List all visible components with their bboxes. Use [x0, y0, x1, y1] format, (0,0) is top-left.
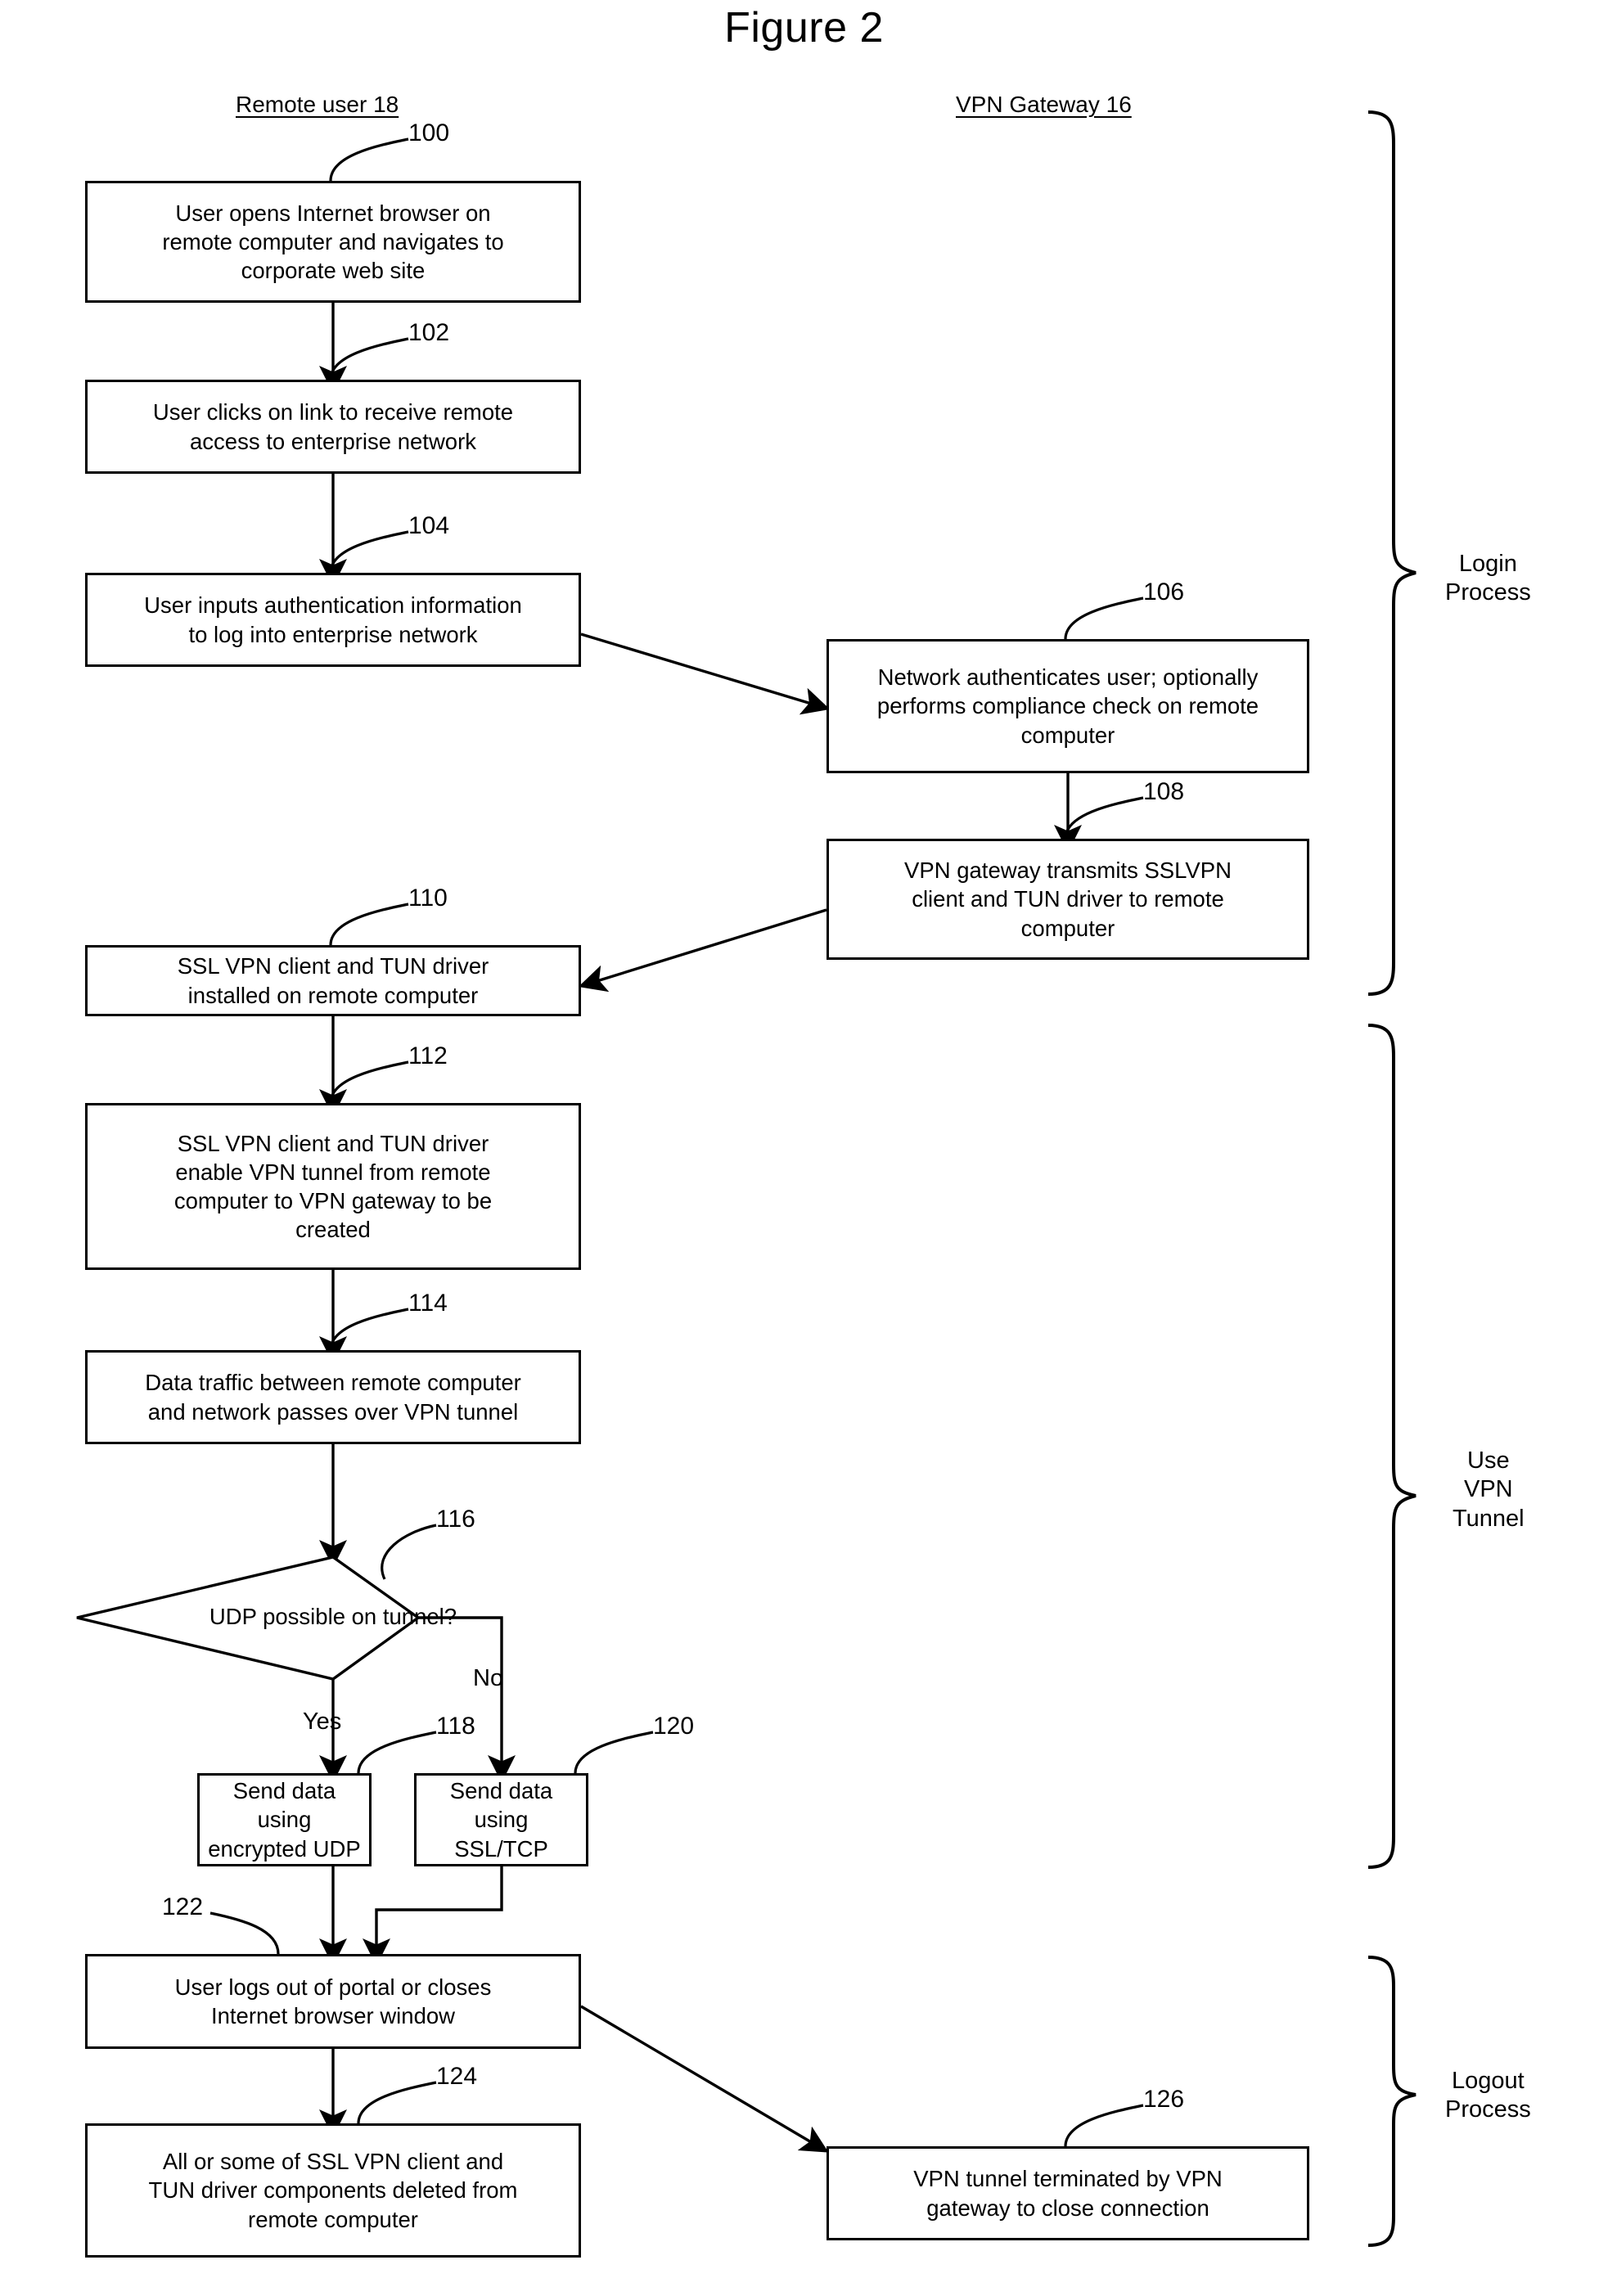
- bracket-label-login-process: Login Process: [1445, 550, 1531, 608]
- box-102-line-2: access to enterprise network: [189, 428, 477, 454]
- box-100-line-1: User opens Internet browser on: [175, 200, 491, 226]
- reference-numeral-126: 126: [1143, 2086, 1185, 2113]
- connector-108-110: [578, 908, 827, 993]
- leader-126: [1064, 2104, 1144, 2147]
- process-box-104[interactable]: User inputs authentication information t…: [85, 573, 581, 667]
- box-106-line-3: computer: [1020, 722, 1115, 748]
- box-106-line-2: performs compliance check on remote: [876, 693, 1259, 719]
- bracket-usevpn-line-2: VPN: [1463, 1476, 1513, 1503]
- leader-112: [329, 1060, 409, 1104]
- box-122-line-2: Internet browser window: [210, 2003, 456, 2028]
- reference-numeral-122: 122: [162, 1893, 204, 1920]
- leader-116: [381, 1524, 437, 1580]
- leader-122: [209, 1911, 280, 1955]
- box-126-line-1: VPN tunnel terminated by VPN: [913, 2166, 1223, 2192]
- process-box-110[interactable]: SSL VPN client and TUN driver installed …: [85, 945, 581, 1016]
- leader-124: [357, 2081, 437, 2124]
- connector-120-122: [363, 1866, 503, 1966]
- leader-100: [329, 137, 409, 182]
- decision-label-116[interactable]: UDP possible on tunnel?: [112, 1604, 554, 1630]
- box-106-line-1: Network authenticates user; optionally: [877, 664, 1259, 691]
- leader-118: [357, 1731, 437, 1774]
- process-box-102[interactable]: User clicks on link to receive remote ac…: [85, 380, 581, 474]
- process-box-122[interactable]: User logs out of portal or closes Intern…: [85, 1954, 581, 2049]
- bracket-logout-process: [1367, 1956, 1417, 2247]
- bracket-usevpn-line-3: Tunnel: [1453, 1505, 1525, 1532]
- box-104-line-2: to log into enterprise network: [188, 621, 478, 647]
- box-126-line-2: gateway to close connection: [926, 2195, 1209, 2221]
- box-104-line-1: User inputs authentication information: [144, 592, 522, 619]
- box-114-line-2: and network passes over VPN tunnel: [147, 1398, 519, 1425]
- box-120-line-2: SSL/TCP: [454, 1835, 548, 1862]
- reference-numeral-124: 124: [436, 2063, 478, 2090]
- box-102-line-1: User clicks on link to receive remote: [152, 399, 514, 425]
- process-box-126[interactable]: VPN tunnel terminated by VPN gateway to …: [827, 2146, 1309, 2240]
- process-box-112[interactable]: SSL VPN client and TUN driver enable VPN…: [85, 1103, 581, 1270]
- reference-numeral-120: 120: [653, 1713, 695, 1740]
- box-108-line-1: VPN gateway transmits SSLVPN: [904, 858, 1232, 884]
- box-124-line-2: TUN driver components deleted from: [148, 2177, 518, 2204]
- box-122-line-1: User logs out of portal or closes: [174, 1974, 492, 2000]
- box-108-line-3: computer: [1020, 915, 1115, 941]
- reference-numeral-106: 106: [1143, 579, 1185, 606]
- box-120-line-1: Send data using: [449, 1778, 553, 1833]
- bracket-label-use-vpn-tunnel: Use VPN Tunnel: [1453, 1447, 1525, 1533]
- patent-figure-page: Figure 2 Remote user 18 VPN Gateway 16 U…: [0, 0, 1608, 2296]
- leader-114: [329, 1308, 409, 1351]
- bracket-logout-line-1: Logout: [1452, 2068, 1525, 2094]
- bracket-use-vpn-tunnel: [1367, 1024, 1417, 1869]
- box-114-line-1: Data traffic between remote computer: [145, 1370, 521, 1396]
- reference-numeral-114: 114: [408, 1290, 448, 1317]
- edge-label-yes: Yes: [303, 1708, 342, 1735]
- box-118-line-2: encrypted UDP: [208, 1835, 361, 1862]
- process-box-120[interactable]: Send data using SSL/TCP: [414, 1773, 588, 1866]
- process-box-114[interactable]: Data traffic between remote computer and…: [85, 1350, 581, 1444]
- box-112-line-3: computer to VPN gateway to be: [173, 1188, 493, 1213]
- column-heading-remote-user: Remote user 18: [236, 92, 399, 117]
- box-100-line-2: remote computer and navigates to: [162, 228, 504, 254]
- bracket-label-logout-process: Logout Process: [1445, 2067, 1531, 2125]
- connector-116-120-no: [417, 1616, 516, 1783]
- reference-numeral-100: 100: [408, 119, 450, 146]
- box-108-line-2: client and TUN driver to remote: [912, 886, 1224, 912]
- process-box-100[interactable]: User opens Internet browser on remote co…: [85, 181, 581, 303]
- reference-numeral-118: 118: [436, 1713, 475, 1740]
- box-112-line-4: created: [295, 1217, 371, 1243]
- process-box-108[interactable]: VPN gateway transmits SSLVPN client and …: [827, 839, 1309, 960]
- leader-110: [329, 903, 409, 946]
- bracket-login-line-1: Login: [1458, 551, 1517, 577]
- edge-label-no: No: [473, 1665, 504, 1691]
- reference-numeral-116: 116: [436, 1506, 475, 1533]
- bracket-login-process: [1367, 110, 1417, 996]
- process-box-118[interactable]: Send data using encrypted UDP: [197, 1773, 372, 1866]
- reference-numeral-110: 110: [408, 885, 448, 912]
- leader-120: [574, 1731, 654, 1774]
- box-118-line-1: Send data using: [232, 1778, 336, 1833]
- box-112-line-1: SSL VPN client and TUN driver: [177, 1130, 489, 1156]
- bracket-login-line-2: Process: [1445, 579, 1531, 606]
- box-124-line-3: remote computer: [248, 2206, 418, 2232]
- process-box-106[interactable]: Network authenticates user; optionally p…: [827, 639, 1309, 773]
- reference-numeral-102: 102: [408, 319, 450, 346]
- column-heading-vpn-gateway: VPN Gateway 16: [956, 92, 1132, 117]
- reference-numeral-104: 104: [408, 512, 450, 539]
- box-110-line-2: installed on remote computer: [187, 982, 479, 1008]
- leader-102: [329, 337, 409, 380]
- bracket-usevpn-line-1: Use: [1467, 1447, 1510, 1474]
- connector-104-106: [580, 633, 831, 715]
- box-110-line-1: SSL VPN client and TUN driver: [177, 953, 489, 979]
- process-box-124[interactable]: All or some of SSL VPN client and TUN dr…: [85, 2123, 581, 2258]
- connector-122-126: [580, 2005, 829, 2153]
- leader-106: [1064, 597, 1144, 640]
- box-124-line-1: All or some of SSL VPN client and: [162, 2149, 504, 2175]
- reference-numeral-112: 112: [408, 1042, 448, 1069]
- box-100-line-3: corporate web site: [241, 258, 426, 284]
- figure-title: Figure 2: [724, 4, 884, 52]
- reference-numeral-108: 108: [1143, 778, 1185, 805]
- leader-108: [1064, 796, 1144, 840]
- leader-104: [329, 530, 409, 574]
- bracket-logout-line-2: Process: [1445, 2096, 1531, 2123]
- box-112-line-2: enable VPN tunnel from remote: [175, 1159, 491, 1185]
